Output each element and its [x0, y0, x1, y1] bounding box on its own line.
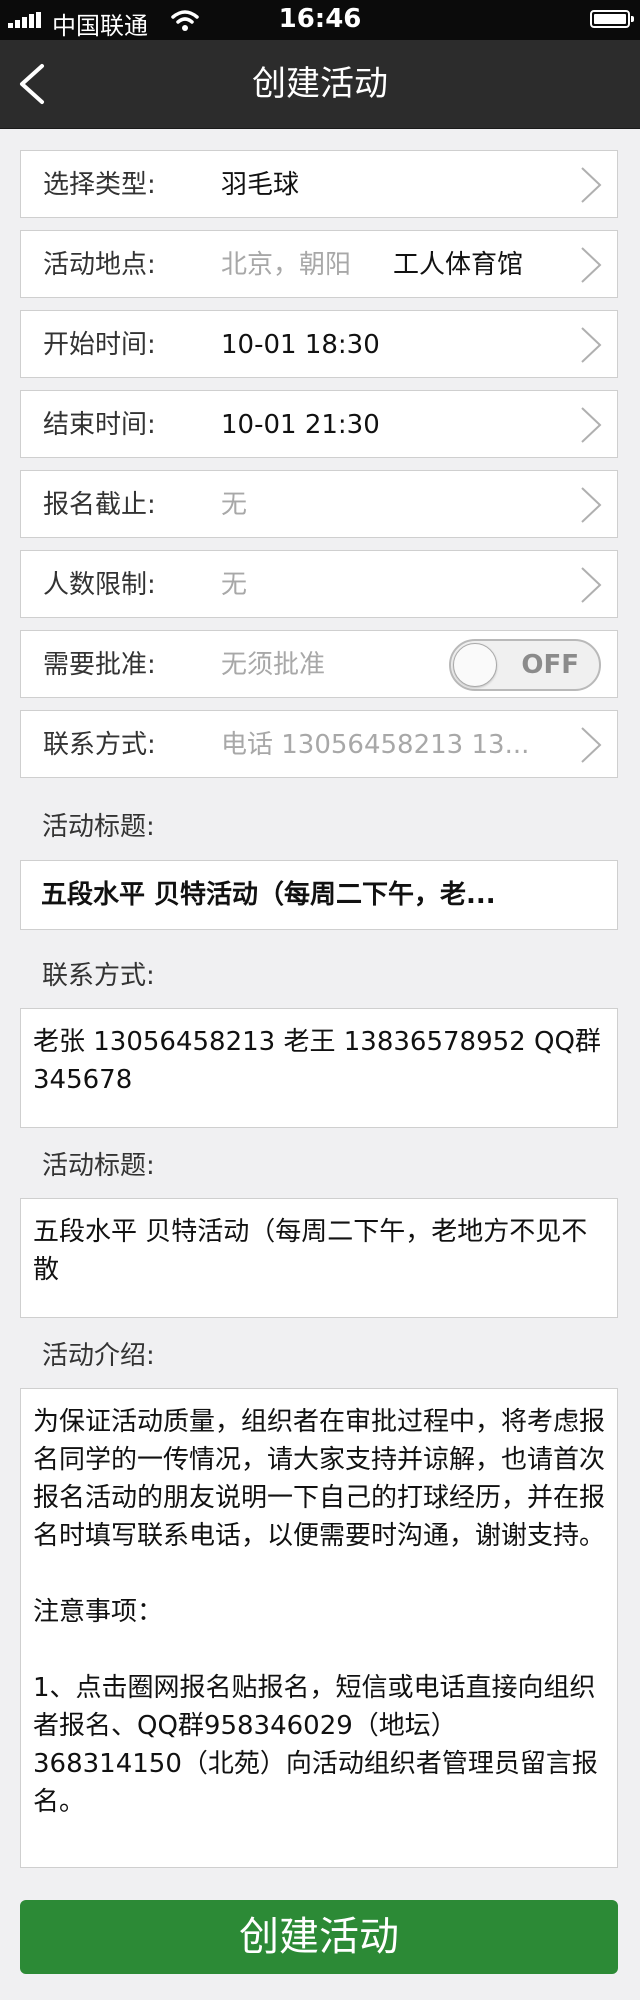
activity-title-field[interactable]: 五段水平 贝特活动（每周二下午，老... [20, 860, 618, 930]
toggle-knob [453, 643, 497, 687]
row-signup-deadline[interactable]: 报名截止: 无 [20, 470, 618, 538]
row-label: 结束时间: [43, 410, 156, 440]
row-end-time[interactable]: 结束时间: 10-01 21:30 [20, 390, 618, 458]
row-label: 需要批准: [43, 650, 156, 680]
activity-title-label-2: 活动标题: [42, 1151, 155, 1181]
row-need-approval: 需要批准: 无须批准 OFF [20, 630, 618, 698]
approval-toggle[interactable]: OFF [449, 639, 601, 691]
location-venue-value: 工人体育馆 [393, 250, 524, 280]
chevron-right-icon [581, 247, 602, 283]
signup-deadline-value: 无 [221, 490, 248, 520]
row-label: 选择类型: [43, 170, 156, 200]
toggle-state-label: OFF [521, 650, 579, 680]
row-contact[interactable]: 联系方式: 电话 13056458213 13... [20, 710, 618, 778]
activity-intro-label: 活动介绍: [42, 1341, 155, 1371]
start-time-value: 10-01 18:30 [221, 330, 380, 360]
chevron-right-icon [581, 167, 602, 203]
create-activity-button[interactable]: 创建活动 [20, 1900, 618, 1974]
chevron-right-icon [581, 327, 602, 363]
status-time: 16:46 [278, 4, 362, 34]
contact-textarea[interactable]: 老张 13056458213 老王 13836578952 QQ群 345678 [20, 1008, 618, 1128]
row-people-limit[interactable]: 人数限制: 无 [20, 550, 618, 618]
page-title: 创建活动 [252, 64, 388, 104]
row-label: 开始时间: [43, 330, 156, 360]
row-start-time[interactable]: 开始时间: 10-01 18:30 [20, 310, 618, 378]
battery-icon [590, 10, 634, 28]
chevron-right-icon [581, 567, 602, 603]
chevron-right-icon [581, 727, 602, 763]
activity-intro-textarea[interactable]: 为保证活动质量，组织者在审批过程中，将考虑报名同学的一传情况，请大家支持并谅解，… [20, 1388, 618, 1868]
row-label: 活动地点: [43, 250, 156, 280]
approval-value: 无须批准 [221, 650, 326, 680]
end-time-value: 10-01 21:30 [221, 410, 380, 440]
row-label: 人数限制: [43, 570, 156, 600]
contact-value: 电话 13056458213 13... [221, 730, 530, 760]
row-activity-location[interactable]: 活动地点: 北京，朝阳 工人体育馆 [20, 230, 618, 298]
row-activity-type[interactable]: 选择类型: 羽毛球 [20, 150, 618, 218]
row-label: 联系方式: [43, 730, 156, 760]
people-limit-value: 无 [221, 570, 248, 600]
activity-title-textarea[interactable]: 五段水平 贝特活动（每周二下午，老地方不见不散 [20, 1198, 618, 1318]
activity-title-label: 活动标题: [42, 812, 155, 842]
row-label: 报名截止: [43, 490, 156, 520]
activity-type-value: 羽毛球 [221, 170, 300, 200]
navigation-bar: 创建活动 [0, 40, 640, 129]
chevron-right-icon [581, 487, 602, 523]
chevron-right-icon [581, 407, 602, 443]
contact-label: 联系方式: [42, 961, 155, 991]
location-city-value: 北京，朝阳 [221, 250, 352, 280]
status-bar: 中国联通 16:46 [0, 0, 640, 40]
